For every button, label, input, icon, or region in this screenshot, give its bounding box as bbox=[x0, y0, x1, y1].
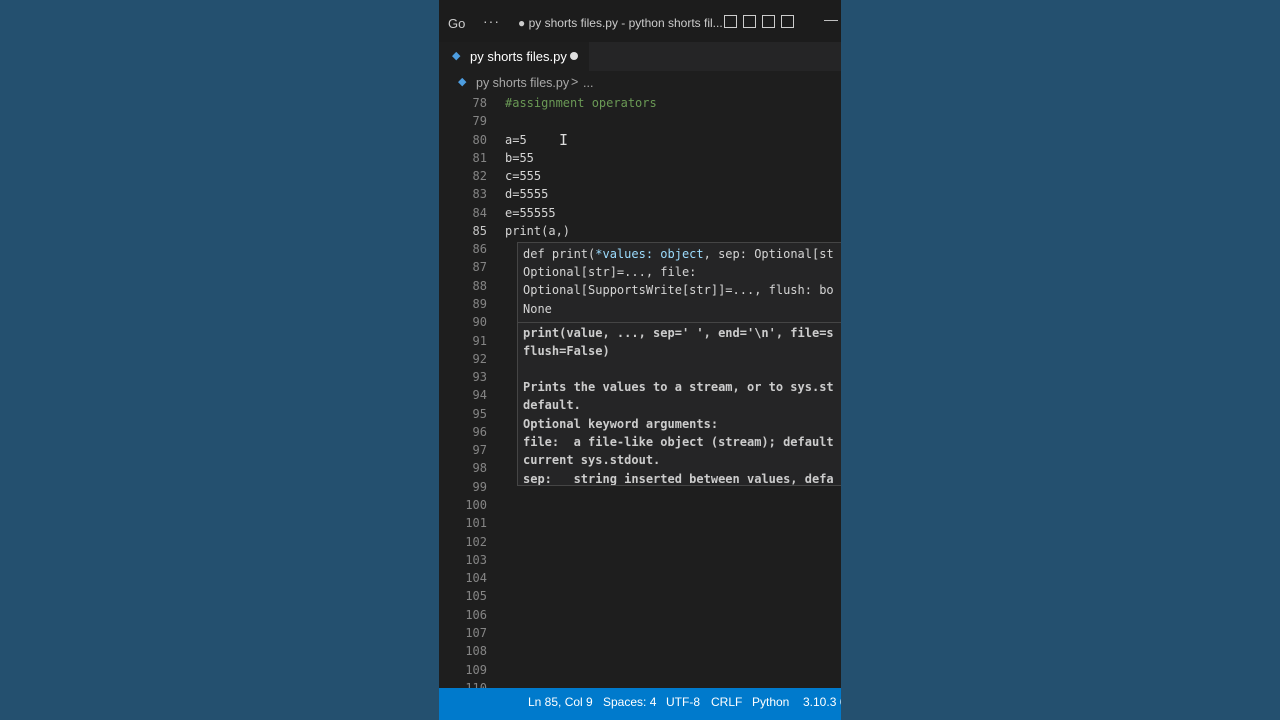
line-number: 107 bbox=[465, 626, 487, 640]
background-right bbox=[841, 0, 1280, 720]
code-line[interactable]: c=555 bbox=[505, 167, 541, 185]
tab-label: py shorts files.py bbox=[470, 49, 567, 64]
doc-line: Optional keyword arguments: bbox=[523, 417, 719, 431]
background-left bbox=[0, 0, 439, 720]
doc-line: flush=False) bbox=[523, 344, 610, 358]
breadcrumb-file[interactable]: py shorts files.py bbox=[476, 76, 569, 90]
doc-line: current sys.stdout. bbox=[523, 453, 661, 467]
line-number: 109 bbox=[465, 663, 487, 677]
doc-line: Prints the values to a stream, or to sys… bbox=[523, 380, 834, 394]
breadcrumb: ◆ py shorts files.py > ... bbox=[439, 71, 841, 94]
line-number: 94 bbox=[472, 388, 487, 402]
line-number: 90 bbox=[472, 315, 487, 329]
line-number: 80 bbox=[472, 133, 487, 147]
encoding-setting[interactable]: UTF-8 bbox=[666, 695, 700, 709]
layout-controls bbox=[724, 15, 794, 28]
indentation-setting[interactable]: Spaces: 4 bbox=[603, 695, 656, 709]
line-number: 87 bbox=[472, 260, 487, 274]
line-number: 99 bbox=[472, 480, 487, 494]
line-number: 95 bbox=[472, 407, 487, 421]
window-title: ● py shorts files.py - python shorts fil… bbox=[518, 16, 723, 30]
customize-layout-icon[interactable] bbox=[781, 15, 794, 28]
signature-active-param: *values: object bbox=[595, 247, 704, 261]
doc-line: print(value, ..., sep=' ', end='\n', fil… bbox=[523, 326, 834, 340]
signature-line: None bbox=[523, 302, 552, 316]
doc-line: sep: string inserted between values, def… bbox=[523, 472, 834, 486]
line-number: 81 bbox=[472, 151, 487, 165]
signature-line: Optional[SupportsWrite[str]]=..., flush:… bbox=[523, 283, 834, 297]
line-number: 91 bbox=[472, 334, 487, 348]
line-number: 79 bbox=[472, 114, 487, 128]
code-line[interactable]: d=5555 bbox=[505, 185, 548, 203]
vscode-window: Go ··· ● py shorts files.py - python sho… bbox=[439, 0, 841, 720]
status-bar: Ln 85, Col 9 Spaces: 4 UTF-8 CRLF Python… bbox=[439, 688, 841, 720]
line-number: 104 bbox=[465, 571, 487, 585]
line-number-active: 85 bbox=[472, 224, 487, 238]
title-bar: Go ··· ● py shorts files.py - python sho… bbox=[439, 0, 841, 42]
signature-line: def print(*values: object, sep: Optional… bbox=[523, 245, 834, 263]
line-number: 110 bbox=[465, 681, 487, 688]
toggle-sidebar-icon[interactable] bbox=[724, 15, 737, 28]
doc-line: file: a file-like object (stream); defau… bbox=[523, 435, 834, 449]
line-number: 84 bbox=[472, 206, 487, 220]
language-mode[interactable]: Python bbox=[752, 695, 789, 709]
code-editor[interactable]: 78 79 80 81 82 83 84 85 86 87 88 89 90 9… bbox=[439, 94, 841, 688]
python-file-icon: ◆ bbox=[452, 50, 461, 62]
text-cursor-icon: I bbox=[559, 131, 569, 149]
line-number: 93 bbox=[472, 370, 487, 384]
cursor-position[interactable]: Ln 85, Col 9 bbox=[528, 695, 593, 709]
minimize-icon[interactable]: — bbox=[824, 11, 838, 27]
doc-line: default. bbox=[523, 398, 581, 412]
line-number: 92 bbox=[472, 352, 487, 366]
tab-py-shorts-files[interactable]: ◆ py shorts files.py bbox=[439, 42, 589, 71]
line-number: 89 bbox=[472, 297, 487, 311]
chevron-right-icon: > bbox=[571, 75, 579, 89]
code-line[interactable]: e=55555 bbox=[505, 204, 556, 222]
line-number: 106 bbox=[465, 608, 487, 622]
tab-bar: ◆ py shorts files.py bbox=[439, 42, 841, 71]
code-line-active[interactable]: print(a,) bbox=[505, 222, 570, 240]
parameter-hint-popup: def print(*values: object, sep: Optional… bbox=[517, 242, 841, 486]
signature-def: def print( bbox=[523, 247, 596, 261]
popup-divider bbox=[518, 322, 841, 323]
unsaved-dot-icon[interactable] bbox=[570, 52, 578, 60]
toggle-secondary-sidebar-icon[interactable] bbox=[762, 15, 775, 28]
line-number: 96 bbox=[472, 425, 487, 439]
eol-setting[interactable]: CRLF bbox=[711, 695, 742, 709]
line-number: 100 bbox=[465, 498, 487, 512]
python-interpreter[interactable]: 3.10.3 6 bbox=[803, 695, 841, 709]
line-number: 102 bbox=[465, 535, 487, 549]
go-menu[interactable]: Go bbox=[448, 16, 465, 31]
toggle-panel-icon[interactable] bbox=[743, 15, 756, 28]
python-file-icon: ◆ bbox=[458, 76, 467, 88]
code-line[interactable]: #assignment operators bbox=[505, 94, 657, 112]
line-number: 83 bbox=[472, 187, 487, 201]
line-number: 105 bbox=[465, 589, 487, 603]
breadcrumb-more[interactable]: ... bbox=[583, 76, 593, 90]
line-number: 98 bbox=[472, 461, 487, 475]
line-number: 101 bbox=[465, 516, 487, 530]
line-number: 103 bbox=[465, 553, 487, 567]
line-number: 78 bbox=[472, 96, 487, 110]
line-number: 108 bbox=[465, 644, 487, 658]
code-line[interactable]: b=55 bbox=[505, 149, 534, 167]
line-number: 88 bbox=[472, 279, 487, 293]
line-number: 97 bbox=[472, 443, 487, 457]
line-number: 86 bbox=[472, 242, 487, 256]
signature-line: Optional[str]=..., file: bbox=[523, 265, 697, 279]
line-number: 82 bbox=[472, 169, 487, 183]
code-line[interactable]: a=5 bbox=[505, 131, 527, 149]
more-menu-icon[interactable]: ··· bbox=[483, 13, 500, 29]
signature-rest: , sep: Optional[st bbox=[703, 247, 834, 261]
